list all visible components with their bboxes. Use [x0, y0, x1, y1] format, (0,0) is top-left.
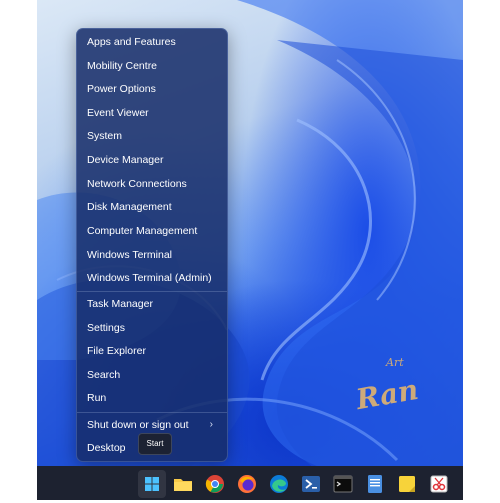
menu-item-windows-terminal-admin[interactable]: Windows Terminal (Admin)	[87, 268, 221, 288]
file-explorer-icon[interactable]	[172, 473, 194, 495]
menu-item-label: Shut down or sign out	[87, 419, 189, 431]
menu-item-event-viewer[interactable]: Event Viewer	[87, 103, 221, 123]
snipping-tool-icon[interactable]	[428, 473, 450, 495]
winx-power-user-menu: Apps and Features Mobility Centre Power …	[76, 28, 228, 462]
edge-icon[interactable]	[268, 473, 290, 495]
terminal-icon[interactable]	[332, 473, 354, 495]
start-tooltip: Start	[138, 433, 172, 455]
menu-item-mobility-centre[interactable]: Mobility Centre	[87, 56, 221, 76]
firefox-icon[interactable]	[236, 473, 258, 495]
menu-item-windows-terminal[interactable]: Windows Terminal	[87, 245, 221, 265]
watermark-logo-top: Art	[386, 356, 404, 369]
sticky-notes-icon[interactable]	[396, 473, 418, 495]
menu-item-network-connections[interactable]: Network Connections	[87, 174, 221, 194]
menu-separator	[77, 412, 227, 413]
menu-item-disk-management[interactable]: Disk Management	[87, 197, 221, 217]
chrome-icon[interactable]	[204, 473, 226, 495]
powershell-icon[interactable]	[300, 473, 322, 495]
menu-item-power-options[interactable]: Power Options	[87, 79, 221, 99]
menu-item-system[interactable]: System	[87, 126, 221, 146]
menu-item-task-manager[interactable]: Task Manager	[87, 294, 221, 314]
menu-separator	[77, 291, 227, 292]
menu-item-apps-and-features[interactable]: Apps and Features	[87, 32, 221, 52]
windows-start-icon[interactable]	[138, 470, 166, 498]
menu-item-settings[interactable]: Settings	[87, 318, 221, 338]
menu-item-computer-management[interactable]: Computer Management	[87, 221, 221, 241]
menu-item-run[interactable]: Run	[87, 388, 221, 408]
menu-item-shut-down-or-sign-out[interactable]: Shut down or sign out ›	[87, 415, 221, 435]
menu-item-device-manager[interactable]: Device Manager	[87, 150, 221, 170]
notepad-icon[interactable]	[364, 473, 386, 495]
menu-item-file-explorer[interactable]: File Explorer	[87, 341, 221, 361]
menu-item-search[interactable]: Search	[87, 365, 221, 385]
taskbar	[37, 466, 463, 500]
chevron-right-icon: ›	[209, 419, 213, 430]
